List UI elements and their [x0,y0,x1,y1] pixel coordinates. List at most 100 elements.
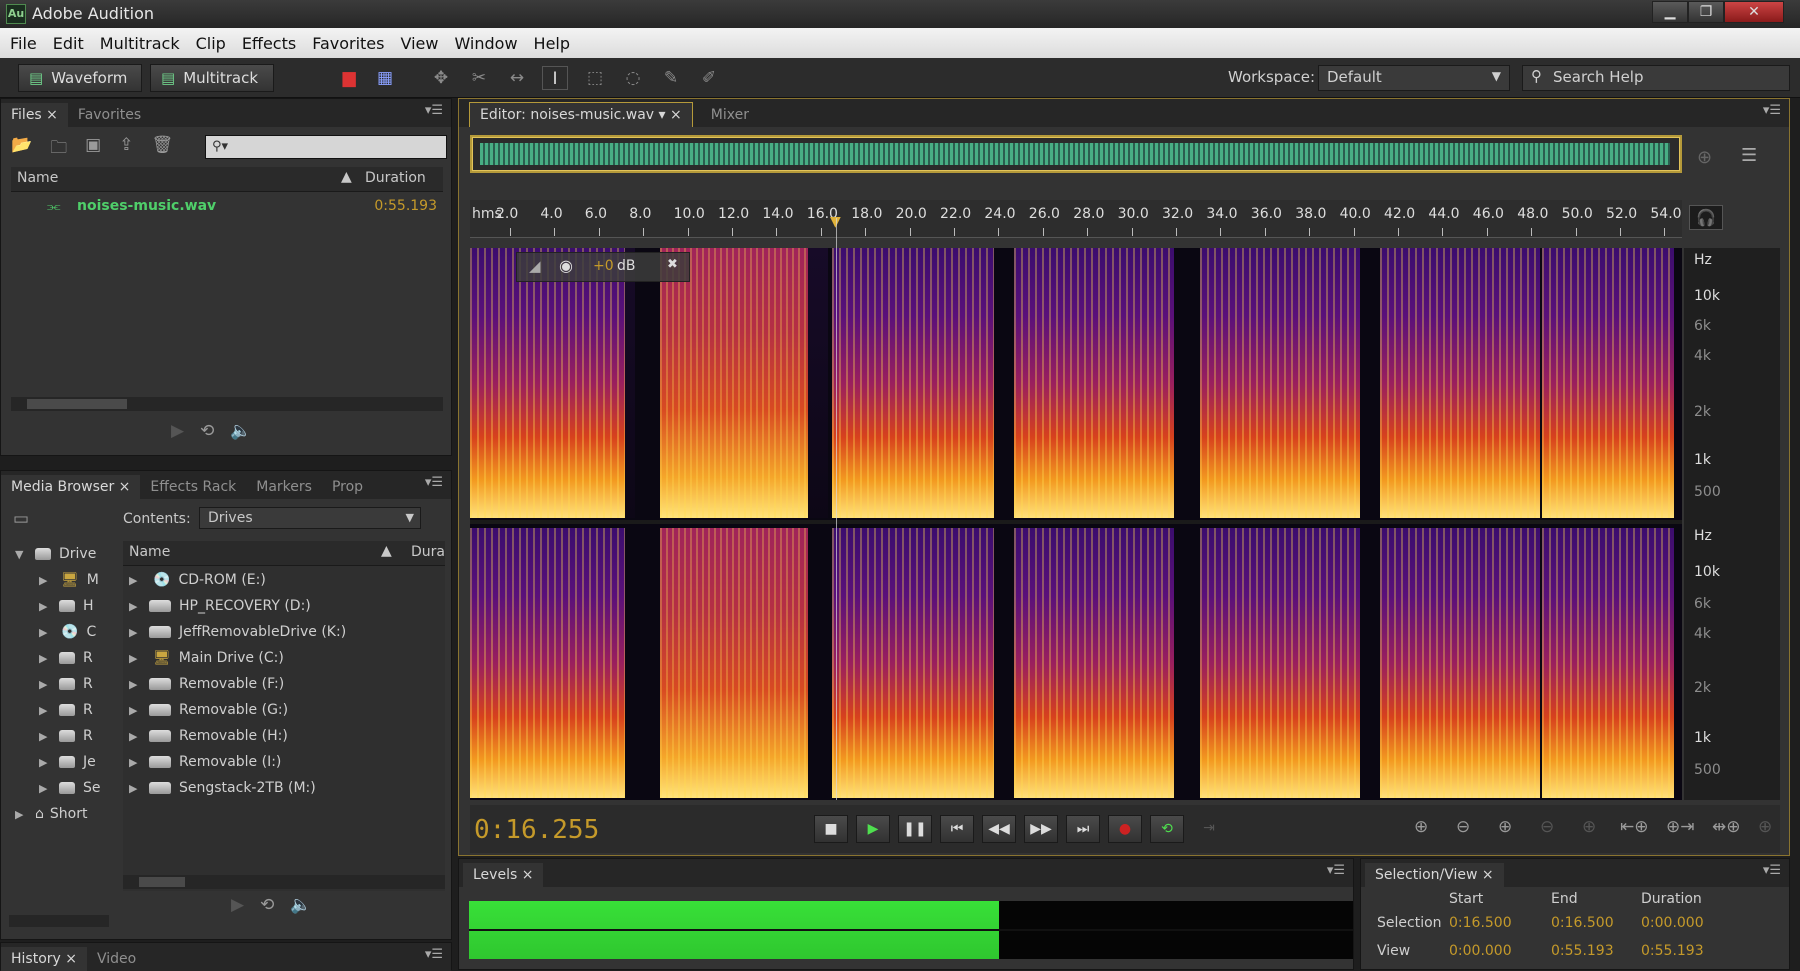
marquee-tool-icon[interactable]: ⬚ [582,66,608,90]
tree-item-shortcuts[interactable]: ▶ ⌂ Short [9,801,87,827]
panel-menu-icon[interactable]: ▾☰ [425,103,443,118]
tree-scrollbar[interactable] [9,915,109,927]
time-ruler[interactable]: hms 2.0 4.0 6.0 8.0 10.0 12.0 14.0 16.0 18.0 20.0… [470,200,1682,238]
drive-view-icon[interactable]: ▭ [13,509,29,529]
drive-row[interactable]: ▶ JeffRemovableDrive (K:) [123,619,346,645]
tab-video[interactable]: Video [87,947,146,971]
scrollbar-thumb[interactable] [27,399,127,409]
menu-edit[interactable]: Edit [49,34,96,53]
column-name[interactable]: Name [129,544,170,560]
trash-icon[interactable]: 🗑 [151,135,173,164]
tab-properties[interactable]: Prop [322,475,373,499]
play-preview-icon[interactable]: ▶ [231,895,244,915]
scrollbar-thumb[interactable] [139,877,185,887]
hud-gain-control[interactable]: ◢ ◉ +0 dB ✖ [516,252,690,282]
tree-item[interactable]: ▶ 💿 C [39,619,96,645]
column-duration[interactable]: Duration [365,170,426,186]
zoom-in-amplitude-icon[interactable]: ⊕ [1414,817,1428,837]
workspace-dropdown[interactable]: Default ▼ [1318,65,1510,91]
column-duration[interactable]: Dura [411,544,445,560]
spectral-frequency-display[interactable] [470,248,1682,800]
zoom-reset-icon[interactable]: ⊕ [1758,817,1772,837]
zoom-full-icon[interactable]: ⊕ [1582,817,1596,837]
panel-menu-icon[interactable]: ▾☰ [1763,103,1781,118]
drive-row[interactable]: ▶ HP_RECOVERY (D:) [123,593,311,619]
play-preview-icon[interactable]: ▶ [171,421,184,441]
loop-button[interactable]: ⟲ [1150,815,1184,843]
files-search-input[interactable]: ⚲▾ [205,135,447,159]
menu-view[interactable]: View [396,34,450,53]
tree-item[interactable]: ▶ R [39,645,93,671]
tab-levels[interactable]: Levels × [463,863,544,887]
skip-selection-button[interactable]: ⇥ [1192,815,1226,843]
tree-item[interactable]: ▶ Je [39,749,96,775]
overview-view-range[interactable] [472,137,1680,171]
record-button[interactable]: ● [1108,815,1142,843]
files-scrollbar[interactable] [11,397,443,411]
tab-effects-rack[interactable]: Effects Rack [140,475,246,499]
move-tool-icon[interactable]: ✥ [428,66,454,90]
new-file-icon[interactable]: ▣ [85,135,101,164]
open-file-icon[interactable]: 📂 [11,135,32,164]
tab-favorites[interactable]: Favorites [68,103,151,127]
gain-knob-icon[interactable]: ◉ [559,256,573,275]
view-duration[interactable]: 0:55.193 [1641,943,1704,959]
search-help-input[interactable]: ⚲ Search Help [1522,65,1790,91]
tab-mixer[interactable]: Mixer [701,103,759,127]
volume-icon[interactable]: 🔈 [290,895,311,915]
skip-to-start-button[interactable]: ⏮ [940,815,974,843]
pause-button[interactable]: ❚❚ [898,815,932,843]
selection-duration[interactable]: 0:00.000 [1641,915,1704,931]
close-window-button[interactable]: ✕ [1724,1,1784,23]
tab-selection-view[interactable]: Selection/View × [1365,863,1504,887]
file-row[interactable]: ⫘ noises-music.wav 0:55.193 [11,195,443,219]
spot-healing-icon[interactable]: ✐ [696,66,722,90]
tab-history[interactable]: History × [1,947,87,971]
view-start[interactable]: 0:00.000 [1449,943,1512,959]
zoom-out-point-icon[interactable]: ⊕⇥ [1666,817,1695,837]
current-time-display[interactable]: 0:16.255 [474,815,599,845]
menu-effects[interactable]: Effects [238,34,308,53]
tree-item[interactable]: ▶ R [39,671,93,697]
menu-help[interactable]: Help [530,34,582,53]
razor-tool-icon[interactable]: ✂ [466,66,492,90]
skip-to-end-button[interactable]: ⏭ [1066,815,1100,843]
panel-menu-icon[interactable]: ▾☰ [425,475,443,490]
loop-preview-icon[interactable]: ⟲ [260,895,274,915]
tab-media-browser[interactable]: Media Browser × [1,475,141,499]
playhead-line[interactable] [836,218,837,800]
panel-menu-icon[interactable]: ▾☰ [1763,863,1781,878]
tree-item[interactable]: ▶ R [39,697,93,723]
tab-markers[interactable]: Markers [246,475,322,499]
zoom-navigator-icon[interactable]: ⊕ [1697,147,1712,168]
volume-icon[interactable]: 🔈 [230,421,251,441]
tree-item[interactable]: ▶ 🖥 M [39,567,99,593]
tree-item[interactable]: ▶ H [39,593,94,619]
drive-row[interactable]: ▶ 💿 CD-ROM (E:) [123,567,266,593]
zoom-out-time-icon[interactable]: ⊖ [1540,817,1554,837]
tree-item-drives[interactable]: ▼ Drive [9,541,96,567]
menu-file[interactable]: File [6,34,49,53]
menu-window[interactable]: Window [450,34,529,53]
menu-clip[interactable]: Clip [192,34,238,53]
zoom-in-time-icon[interactable]: ⊕ [1498,817,1512,837]
lasso-tool-icon[interactable]: ◌ [620,66,646,90]
insert-icon[interactable]: ⇪ [119,135,133,164]
pin-icon[interactable]: ✖ [667,257,678,272]
selection-start[interactable]: 0:16.500 [1449,915,1512,931]
tree-item[interactable]: ▶ Se [39,775,101,801]
fast-forward-button[interactable]: ▶▶ [1024,815,1058,843]
zoom-selection-icon[interactable]: ⇹⊕ [1712,817,1741,837]
maximize-button[interactable]: ❐ [1688,1,1724,23]
spectral-display-icon[interactable]: ▆ [336,66,362,90]
drive-row[interactable]: ▶ 🖥 Main Drive (C:) [123,645,284,671]
stop-button[interactable]: ■ [814,815,848,843]
drive-row[interactable]: ▶ Removable (I:) [123,749,281,775]
column-name[interactable]: Name [17,170,58,186]
view-end[interactable]: 0:55.193 [1551,943,1614,959]
overview-menu-icon[interactable]: ☰ [1741,145,1757,166]
spectral-pitch-icon[interactable]: ▦ [372,66,398,90]
waveform-view-button[interactable]: ▤ Waveform [18,64,142,92]
drives-scrollbar[interactable] [123,875,445,889]
slip-tool-icon[interactable]: ↔ [504,66,530,90]
